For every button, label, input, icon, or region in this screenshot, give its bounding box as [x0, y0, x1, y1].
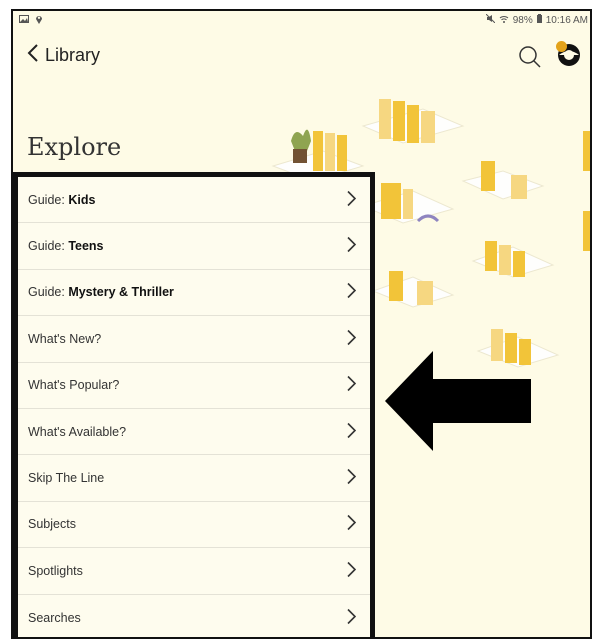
- menu-item[interactable]: Searches: [18, 595, 370, 637]
- battery-icon: [536, 14, 542, 26]
- menu-item-label: Guide: Kids: [28, 193, 95, 207]
- menu-item-label: Subjects: [28, 517, 76, 532]
- wifi-icon: [499, 15, 509, 26]
- menu-item[interactable]: Guide: Kids: [18, 177, 370, 224]
- menu-item[interactable]: What's New?: [18, 316, 370, 363]
- chevron-right-icon: [347, 561, 357, 580]
- arrow-left-pointer: [385, 351, 533, 456]
- menu-item-prefix: Guide:: [28, 192, 69, 207]
- chevron-right-icon: [347, 237, 357, 256]
- menu-item[interactable]: Skip The Line: [18, 455, 370, 502]
- back-button[interactable]: Library: [27, 43, 100, 68]
- chevron-right-icon: [347, 376, 357, 395]
- search-button[interactable]: [518, 45, 542, 74]
- mute-icon: [485, 13, 496, 26]
- menu-item-title: Teens: [68, 239, 104, 254]
- menu-item-label: What's Available?: [28, 424, 127, 439]
- menu-item-prefix: Guide:: [28, 285, 69, 300]
- menu-item-title: Kids: [68, 192, 96, 207]
- menu-item-label: What's Popular?: [28, 378, 120, 393]
- chevron-right-icon: [347, 422, 357, 441]
- menu-item-prefix: Guide:: [28, 239, 69, 254]
- battery-level: 98%: [512, 14, 533, 26]
- chevron-right-icon: [347, 329, 357, 348]
- menu-item[interactable]: What's Available?: [18, 409, 370, 456]
- menu-item[interactable]: Guide: Mystery & Thriller: [18, 270, 370, 317]
- location-icon: [35, 14, 43, 27]
- menu-item[interactable]: What's Popular?: [18, 363, 370, 409]
- page-title: Explore: [27, 133, 122, 161]
- menu-item-label: Guide: Mystery & Thriller: [28, 285, 174, 299]
- chevron-right-icon: [347, 283, 357, 302]
- notification-badge: [556, 41, 567, 52]
- chevron-right-icon: [347, 515, 357, 534]
- back-chevron-icon: [27, 43, 39, 68]
- menu-item-label: What's New?: [28, 331, 102, 346]
- menu-item-title: Mystery & Thriller: [68, 285, 174, 300]
- menu-item-label: Searches: [28, 610, 81, 625]
- chevron-right-icon: [347, 190, 357, 209]
- menu-item[interactable]: Spotlights: [18, 548, 370, 595]
- chevron-right-icon: [347, 608, 357, 627]
- menu-item-label: Spotlights: [28, 563, 83, 578]
- gallery-icon: [19, 15, 29, 26]
- explore-menu: Guide: Kids Guide: Teens Guide: Mystery & …: [13, 172, 375, 637]
- back-label: Library: [45, 45, 101, 65]
- menu-item[interactable]: Subjects: [18, 502, 370, 549]
- app-window: 98% 10:16 AM Library Explore Guide: Kids…: [11, 9, 592, 639]
- profile-button[interactable]: [556, 41, 582, 72]
- menu-item-label: Guide: Teens: [28, 239, 104, 253]
- menu-item[interactable]: Guide: Teens: [18, 223, 370, 270]
- status-bar: 98% 10:16 AM: [13, 11, 590, 31]
- menu-item-label: Skip The Line: [28, 471, 105, 486]
- clock: 10:16 AM: [545, 14, 588, 26]
- profile-icon: [556, 44, 582, 71]
- chevron-right-icon: [347, 468, 357, 488]
